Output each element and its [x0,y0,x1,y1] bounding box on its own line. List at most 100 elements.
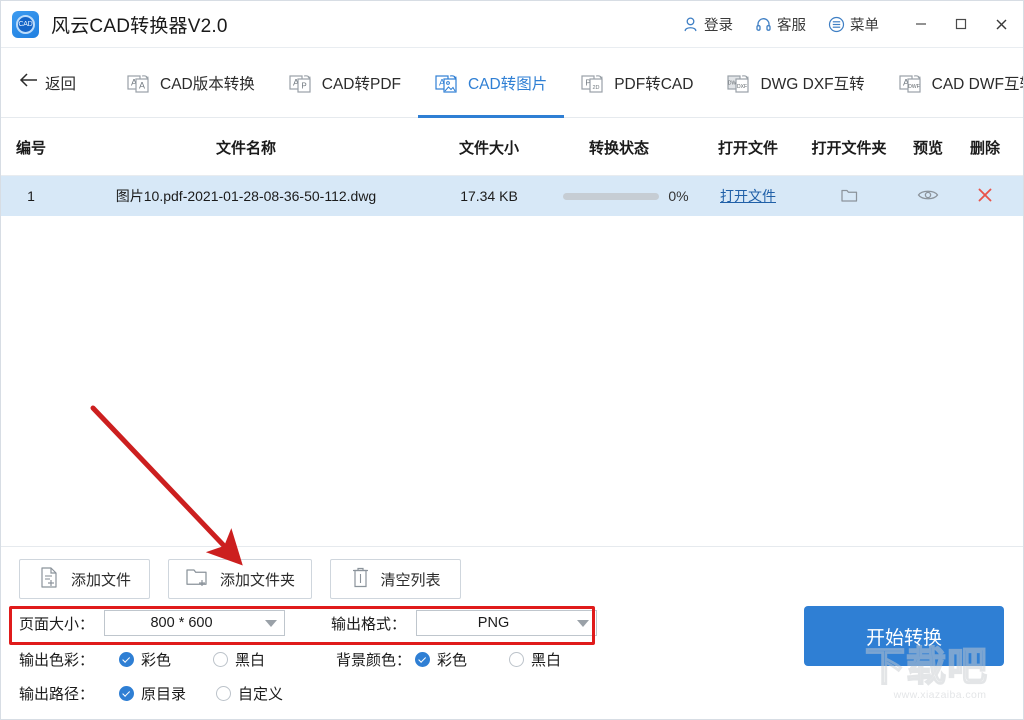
menu-icon [828,16,845,33]
radio-unselected-icon [213,652,229,667]
cad-to-pdf-icon: A P [289,71,314,94]
background-color-option-color[interactable]: 彩色 [415,649,467,670]
clear-list-label: 清空列表 [380,571,441,589]
cell-index: 1 [27,188,35,204]
background-color-setting: 背景颜色： 彩色 黑白 [336,649,561,670]
radio-selected-icon [119,652,134,667]
back-button[interactable]: 返回 [19,72,76,94]
file-action-buttons: 添加文件 添加文件夹 清空列表 [19,559,462,599]
nav-bar: 返回 A A CAD版本转换 A P CAD转PDF A CAD转图片 P 2D… [1,48,1023,118]
column-header-index: 编号 [15,139,46,157]
minimize-button[interactable] [901,1,941,47]
svg-text:DXF: DXF [737,84,747,90]
page-size-value: 800 * 600 [150,615,213,631]
output-color-label: 输出色彩： [19,652,95,669]
column-header-delete: 删除 [969,139,1000,157]
tab-cad-to-pdf[interactable]: A P CAD转PDF [272,48,418,118]
page-size-setting: 页面大小： 800 * 600 [19,610,286,636]
trash-icon [351,566,370,593]
cad-dwf-icon: A DWF [899,71,924,94]
output-format-setting: 输出格式： PNG [331,610,598,636]
clear-list-button[interactable]: 清空列表 [330,559,462,599]
cell-status: 0% [553,176,699,216]
cell-filename: 图片10.pdf-2021-01-28-08-36-50-112.dwg [115,188,377,204]
start-convert-button[interactable]: 开始转换 [804,606,1004,666]
page-size-label: 页面大小： [19,615,95,633]
close-icon [976,186,994,207]
start-convert-label: 开始转换 [865,627,942,649]
support-button[interactable]: 客服 [755,14,806,35]
add-file-label: 添加文件 [70,571,131,589]
open-folder-button[interactable] [799,176,899,216]
output-path-option-original[interactable]: 原目录 [119,683,186,704]
output-color-option-mono[interactable]: 黑白 [213,649,265,670]
conversion-progress: 0% [563,188,689,204]
title-bar-actions: 登录 客服 菜单 [682,1,1023,47]
folder-add-icon [185,566,209,592]
support-label: 客服 [777,17,806,34]
tab-label: CAD转图片 [467,75,548,93]
background-color-option-mono[interactable]: 黑白 [509,649,561,670]
tab-pdf-to-cad[interactable]: P 2D PDF转CAD [564,48,710,118]
user-icon [682,16,699,33]
output-path-option-custom[interactable]: 自定义 [216,683,283,704]
dwg-dxf-icon: DWG DXF [727,71,752,94]
chevron-down-icon [570,619,596,627]
eye-icon [917,187,939,206]
cad-to-image-icon: A [435,71,460,94]
column-header-status: 转换状态 [588,139,649,157]
column-header-preview: 预览 [912,139,943,157]
open-file-link[interactable]: 打开文件 [701,176,795,216]
output-color-setting: 输出色彩： 彩色 黑白 [19,649,265,670]
login-button[interactable]: 登录 [682,14,733,35]
app-window: CAD 风云CAD转换器V2.0 登录 客服 菜单 返回 A A CAD版本转换… [0,0,1024,720]
svg-text:DWF: DWF [908,84,919,90]
add-file-button[interactable]: 添加文件 [19,559,150,599]
close-button[interactable] [981,1,1021,47]
menu-label: 菜单 [850,17,879,34]
progress-percent: 0% [668,188,689,204]
menu-button[interactable]: 菜单 [828,14,879,35]
option-label: 自定义 [238,686,284,703]
output-format-select[interactable]: PNG [416,610,598,636]
radio-selected-icon [415,652,431,667]
option-label: 彩色 [437,652,468,669]
output-format-label: 输出格式： [331,615,407,633]
tab-cad-version-convert[interactable]: A A CAD版本转换 [110,48,272,118]
radio-unselected-icon [509,652,525,667]
pdf-to-cad-icon: P 2D [581,71,606,94]
maximize-button[interactable] [941,1,981,47]
cad-version-icon: A A [127,71,152,94]
preview-button[interactable] [901,176,955,216]
option-label: 原目录 [141,686,187,703]
file-list-empty-area [1,216,1023,546]
delete-button[interactable] [958,176,1012,216]
tab-cad-dwf-convert[interactable]: A DWF CAD DWF互转 [882,48,1023,118]
output-path-label: 输出路径： [19,686,95,703]
page-size-select[interactable]: 800 * 600 [104,610,286,636]
app-logo-text: CAD [16,14,35,34]
back-label: 返回 [45,75,77,93]
output-format-value: PNG [477,615,510,631]
headset-icon [755,16,772,33]
column-header-open-file: 打开文件 [717,139,778,157]
output-path-setting: 输出路径： 原目录 自定义 [19,683,283,704]
tab-label: DWG DXF互转 [760,75,865,93]
arrow-left-icon [19,72,39,93]
app-title: 风云CAD转换器V2.0 [51,15,228,37]
column-header-open-folder: 打开文件夹 [811,139,887,157]
option-label: 黑白 [531,652,562,669]
table-row[interactable]: 1 图片10.pdf-2021-01-28-08-36-50-112.dwg 1… [1,176,1023,216]
output-color-option-color[interactable]: 彩色 [119,649,171,670]
tab-cad-to-image[interactable]: A CAD转图片 [417,48,565,118]
radio-selected-icon [119,686,134,701]
add-folder-button[interactable]: 添加文件夹 [168,559,313,599]
tab-label: CAD DWF互转 [931,75,1023,93]
tab-label: CAD版本转换 [160,75,255,93]
chevron-down-icon [258,619,284,627]
column-header-filename: 文件名称 [215,139,276,157]
column-header-filesize: 文件大小 [458,139,519,157]
tab-label: PDF转CAD [614,75,694,93]
file-table-header: 编号 文件名称 文件大小 转换状态 打开文件 打开文件夹 预览 删除 [1,118,1023,176]
tab-dwg-dxf-convert[interactable]: DWG DXF DWG DXF互转 [710,48,881,118]
